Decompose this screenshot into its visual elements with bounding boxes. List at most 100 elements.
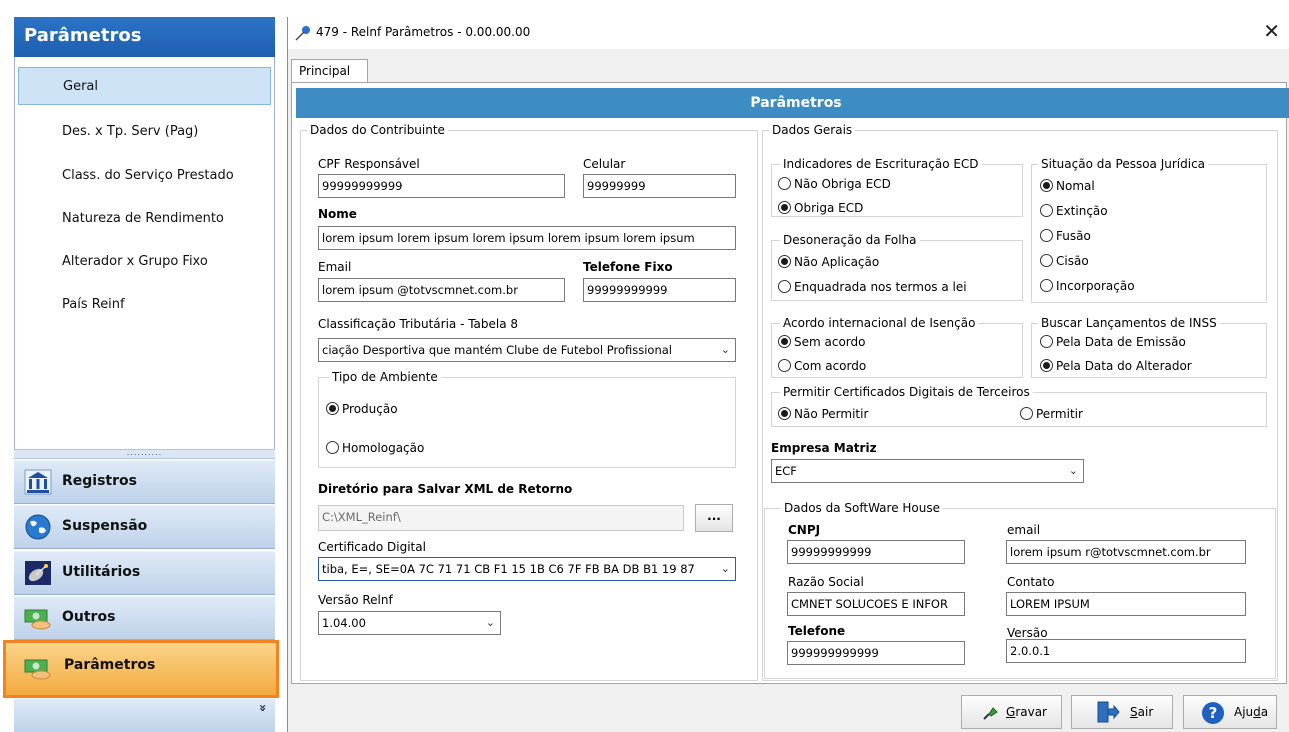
buscar-alterador-radio[interactable]: Pela Data do Alterador (1040, 359, 1192, 375)
sh-versao-label: Versão (1007, 626, 1048, 640)
certificado-select[interactable]: tiba, E=, SE=0A 7C 71 71 CB F1 15 1B C6 … (318, 557, 736, 581)
close-icon[interactable]: ✕ (1263, 19, 1280, 43)
sh-contato-input[interactable]: LOREM IPSUM (1006, 592, 1246, 616)
situacao-nomal-label: Nomal (1056, 179, 1095, 193)
empresa-matriz-select[interactable]: ECF ⌄ (771, 459, 1084, 483)
module-registros-button[interactable]: Registros (14, 460, 275, 504)
situacao-incorporacao-radio[interactable]: Incorporação (1040, 279, 1135, 295)
nav-item-list: Geral Des. x Tp. Serv (Pag) Class. do Se… (14, 57, 275, 455)
module-parametros-button[interactable]: Parâmetros (3, 640, 279, 698)
situacao-extincao-radio[interactable]: Extinção (1040, 204, 1108, 220)
radio-unchecked-icon (1040, 204, 1053, 217)
classificacao-select[interactable]: ciação Desportiva que mantém Clube de Fu… (318, 338, 736, 362)
situacao-fusao-label: Fusão (1056, 229, 1091, 243)
radio-unchecked-icon (1040, 254, 1053, 267)
diretorio-input[interactable]: C:\XML_Reinf\ (318, 505, 684, 531)
cert-permitir-radio[interactable]: Permitir (1020, 407, 1083, 423)
email-label: Email (318, 260, 352, 274)
ecd-nao-obriga-label: Não Obriga ECD (794, 177, 891, 191)
ecd-obriga-radio[interactable]: Obriga ECD (778, 201, 863, 217)
module-registros-label: Registros (62, 473, 137, 489)
satellite-icon (25, 561, 51, 585)
sh-telefone-label: Telefone (788, 624, 846, 638)
nav-item-des-tp-serv[interactable]: Des. x Tp. Serv (Pag) (18, 113, 271, 151)
classificacao-value: ciação Desportiva que mantém Clube de Fu… (322, 343, 672, 357)
buscar-inss-legend: Buscar Lançamentos de INSS (1041, 316, 1217, 330)
gravar-label-accel: G (1006, 705, 1016, 719)
cpf-input[interactable]: 99999999999 (318, 174, 565, 198)
acordo-sem-radio[interactable]: Sem acordo (778, 335, 865, 351)
exit-door-icon (1097, 701, 1120, 723)
nav-item-pais-reinf[interactable]: País Reinf (18, 286, 271, 324)
nav-item-alterador-grupo[interactable]: Alterador x Grupo Fixo (18, 243, 271, 281)
versao-reinf-label: Versão Relnf (318, 593, 393, 607)
module-utilitarios-button[interactable]: Utilitários (14, 551, 275, 595)
situacao-cisao-radio[interactable]: Cisão (1040, 254, 1089, 270)
nav-item-class-servico[interactable]: Class. do Serviço Prestado (18, 157, 271, 195)
email-input[interactable]: lorem ipsum @totvscmnet.com.br (318, 278, 565, 302)
gravar-button[interactable]: Gravar (961, 695, 1062, 729)
deson-enquadrada-radio[interactable]: Enquadrada nos termos a lei (778, 280, 967, 296)
ajuda-button[interactable]: ? Ajuda (1183, 695, 1277, 729)
nome-input[interactable]: lorem ipsum lorem ipsum lorem ipsum lore… (318, 226, 736, 250)
buscar-emissao-label: Pela Data de Emissão (1056, 335, 1186, 349)
acordo-com-radio[interactable]: Com acordo (778, 359, 866, 375)
chevron-down-icon: ⌄ (485, 616, 495, 629)
ecd-nao-obriga-radio[interactable]: Não Obriga ECD (778, 177, 891, 193)
telefone-fixo-input[interactable]: 99999999999 (583, 278, 736, 302)
software-house-legend: Dados da SoftWare House (784, 501, 941, 515)
gravar-label-post: ravar (1015, 705, 1047, 719)
expand-chevron-icon[interactable]: » (256, 704, 270, 712)
radio-checked-icon (1040, 359, 1053, 372)
money-icon (24, 609, 51, 630)
sh-cnpj-input[interactable]: 99999999999 (787, 540, 965, 564)
cert-nao-permitir-radio[interactable]: Não Permitir (778, 407, 868, 423)
ambiente-producao-label: Produção (342, 402, 398, 416)
radio-checked-icon (778, 335, 791, 348)
radio-unchecked-icon (1040, 229, 1053, 242)
tab-principal[interactable]: Principal (291, 59, 368, 83)
desoneracao-legend: Desoneração da Folha (783, 233, 917, 247)
cert-nao-permitir-label: Não Permitir (794, 407, 869, 421)
module-outros-label: Outros (62, 609, 116, 625)
module-outros-button[interactable]: Outros (14, 596, 275, 640)
window-titlebar: 479 - Relnf Parâmetros - 0.00.00.00 ✕ (288, 17, 1289, 49)
nav-item-geral[interactable]: Geral (18, 67, 271, 105)
radio-checked-icon (778, 255, 791, 268)
situacao-fusao-radio[interactable]: Fusão (1040, 229, 1091, 245)
svg-text:?: ? (1209, 704, 1218, 722)
pin-icon (295, 26, 310, 41)
radio-unchecked-icon (326, 441, 339, 454)
tab-strip (288, 49, 1289, 75)
deson-enquadrada-label: Enquadrada nos termos a lei (794, 280, 967, 294)
ambiente-homologacao-radio[interactable]: Homologação (326, 441, 424, 457)
situacao-nomal-radio[interactable]: Nomal (1040, 179, 1095, 195)
situacao-legend: Situação da Pessoa Jurídica (1041, 157, 1206, 171)
celular-input[interactable]: 99999999 (583, 174, 736, 198)
versao-reinf-select[interactable]: 1.04.00 ⌄ (318, 611, 501, 635)
sh-razao-label: Razão Social (788, 575, 864, 589)
nav-item-natureza-rendimento[interactable]: Natureza de Rendimento (18, 200, 271, 238)
sair-label-post: air (1137, 705, 1154, 719)
ambiente-producao-radio[interactable]: Produção (326, 402, 398, 418)
module-suspensao-button[interactable]: Suspensão (14, 505, 275, 549)
diretorio-browse-button[interactable]: ... (695, 504, 733, 532)
sh-telefone-input[interactable]: 999999999999 (787, 641, 965, 665)
radio-checked-icon (326, 402, 339, 415)
sh-razao-input[interactable]: CMNET SOLUCOES E INFOR (787, 592, 965, 616)
deson-nao-aplicacao-radio[interactable]: Não Aplicação (778, 255, 879, 271)
sh-versao-input[interactable]: 2.0.0.1 (1006, 639, 1246, 663)
buscar-emissao-radio[interactable]: Pela Data de Emissão (1040, 335, 1186, 351)
nav-splitter[interactable]: .......... (14, 449, 275, 459)
sh-email-label: email (1007, 523, 1041, 537)
celular-label: Celular (583, 157, 626, 171)
ajuda-label-post: a (1260, 705, 1269, 719)
acordo-com-label: Com acordo (794, 359, 867, 373)
radio-unchecked-icon (778, 280, 791, 293)
acordo-sem-label: Sem acordo (794, 335, 866, 349)
sair-button[interactable]: Sair (1071, 695, 1173, 729)
radio-unchecked-icon (1040, 335, 1053, 348)
cert-permitir-label: Permitir (1036, 407, 1083, 421)
certificado-value: tiba, E=, SE=0A 7C 71 71 CB F1 15 1B C6 … (322, 562, 695, 576)
sh-email-input[interactable]: lorem ipsum r@totvscmnet.com.br (1006, 540, 1246, 564)
